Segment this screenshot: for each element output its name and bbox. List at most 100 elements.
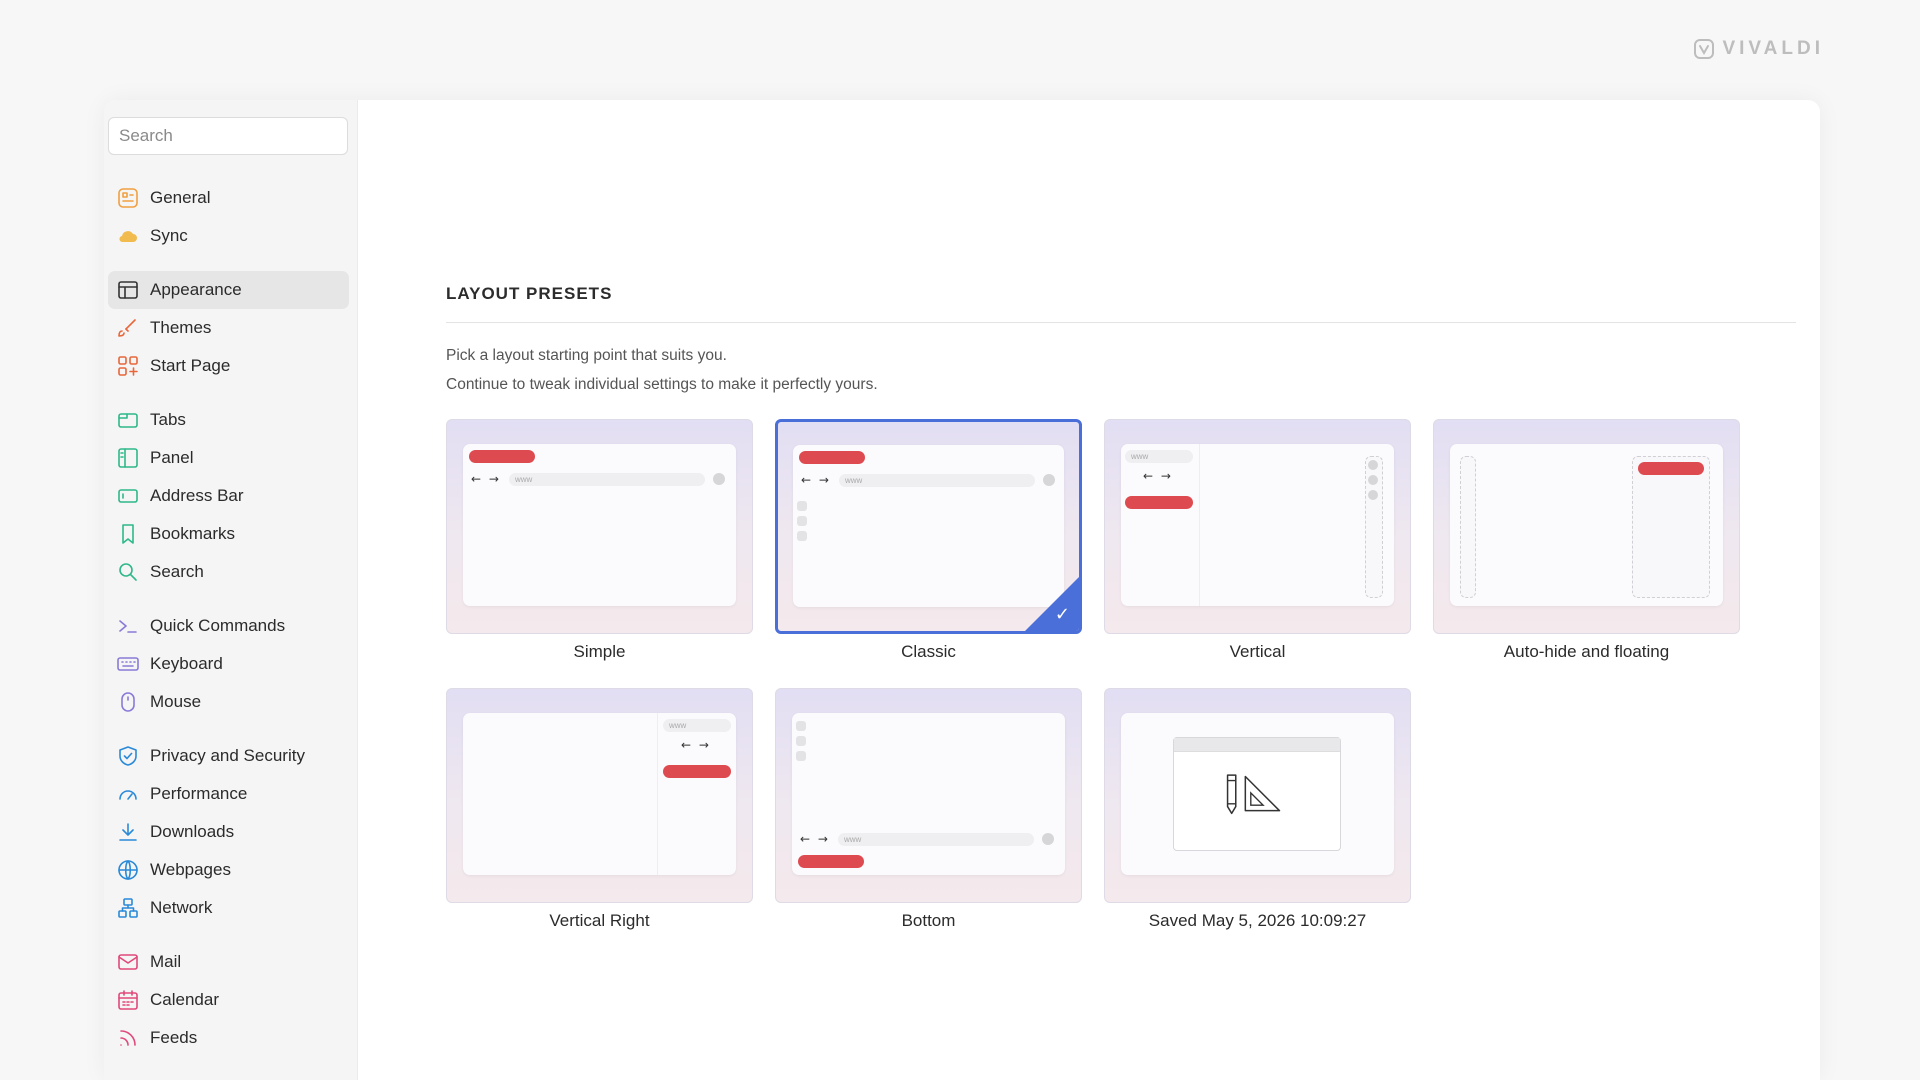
brand-name: VIVALDI (1722, 38, 1824, 59)
appearance-icon (116, 278, 140, 302)
preset-label: Vertical Right (549, 911, 650, 930)
settings-search-input[interactable] (108, 117, 348, 155)
sidebar-item-calendar[interactable]: Calendar (108, 981, 349, 1019)
sidebar-item-label: Feeds (150, 1028, 198, 1047)
preset-label: Vertical (1229, 642, 1286, 661)
sidebar-item-label: Network (150, 898, 213, 917)
sidebar-item-downloads[interactable]: Downloads (108, 813, 349, 851)
settings-nav: General Sync Appearance Themes Start Page Tab… (108, 179, 349, 1057)
shield-icon (116, 744, 140, 768)
globe-icon (116, 858, 140, 882)
section-title: LAYOUT PRESETS (446, 284, 1796, 323)
nav-group: General Sync (108, 179, 349, 255)
search-icon (116, 560, 140, 584)
preset-label: Auto-hide and floating (1503, 642, 1670, 661)
quick-commands-icon (116, 614, 140, 638)
layout-preset-vertical[interactable]: www ← → Vertical (1104, 419, 1411, 662)
sidebar-item-bookmarks[interactable]: Bookmarks (108, 515, 349, 553)
download-icon (116, 820, 140, 844)
sidebar-item-label: Calendar (150, 990, 219, 1009)
general-icon (116, 186, 140, 210)
checkmark-icon: ✓ (1054, 604, 1070, 625)
settings-window: General Sync Appearance Themes Start Page Tab… (104, 100, 1820, 1080)
mail-icon (116, 950, 140, 974)
layout-preset-simple[interactable]: ← → www Simple (446, 419, 753, 662)
sidebar-item-themes[interactable]: Themes (108, 309, 349, 347)
sidebar-item-webpages[interactable]: Webpages (108, 851, 349, 889)
sidebar-item-label: Sync (150, 226, 188, 245)
vivaldi-logo-icon (1694, 39, 1715, 59)
sidebar-item-label: General (150, 188, 211, 207)
sidebar-item-appearance[interactable]: Appearance (108, 271, 349, 309)
sidebar-item-label: Downloads (150, 822, 235, 841)
nav-group: Quick Commands Keyboard Mouse (108, 607, 349, 721)
preset-thumbnail[interactable]: www ← → (1104, 419, 1411, 634)
sidebar-item-mail[interactable]: Mail (108, 943, 349, 981)
sidebar-item-label: Webpages (150, 860, 231, 879)
preset-thumbnail[interactable] (1433, 419, 1740, 634)
preset-label: Simple (573, 642, 626, 661)
sidebar-item-sync[interactable]: Sync (108, 217, 349, 255)
preset-thumbnail[interactable]: www ← → (446, 688, 753, 903)
tabs-icon (116, 408, 140, 432)
preset-label: Bottom (901, 911, 956, 930)
cloud-icon (116, 224, 140, 248)
grid-plus-icon (116, 354, 140, 378)
sidebar-item-label: Quick Commands (150, 616, 286, 635)
settings-main: LAYOUT PRESETS Pick a layout starting po… (358, 100, 1820, 1080)
layout-preset-saved[interactable]: Saved May 5, 2026 10:09:27 (1104, 688, 1411, 931)
sidebar-item-label: Address Bar (150, 486, 244, 505)
selected-corner-badge (1022, 574, 1079, 631)
sidebar-item-feeds[interactable]: Feeds (108, 1019, 349, 1057)
sidebar-item-search[interactable]: Search (108, 553, 349, 591)
keyboard-icon (116, 652, 140, 676)
layout-preset-autohide[interactable]: Auto-hide and floating (1433, 419, 1740, 662)
bookmark-icon (116, 522, 140, 546)
sidebar-item-label: Privacy and Security (150, 746, 305, 765)
sidebar-item-label: Bookmarks (150, 524, 236, 543)
nav-group: Privacy and Security Performance Downloads… (108, 737, 349, 927)
sidebar-item-keyboard[interactable]: Keyboard (108, 645, 349, 683)
network-icon (116, 896, 140, 920)
sidebar-item-quick-commands[interactable]: Quick Commands (108, 607, 349, 645)
sidebar-item-general[interactable]: General (108, 179, 349, 217)
sidebar-item-label: Performance (150, 784, 248, 803)
sidebar-item-panel[interactable]: Panel (108, 439, 349, 477)
sidebar-item-label: Start Page (150, 356, 231, 375)
description-line-1: Pick a layout starting point that suits … (446, 347, 727, 364)
preset-label: Classic (901, 642, 956, 661)
preset-thumbnail[interactable]: ← → www (775, 688, 1082, 903)
preset-thumbnail[interactable]: ← → www ✓ (775, 419, 1082, 634)
sidebar-item-label: Mouse (150, 692, 202, 711)
sidebar-item-label: Themes (150, 318, 212, 337)
sidebar-item-mouse[interactable]: Mouse (108, 683, 349, 721)
mouse-icon (116, 690, 140, 714)
description-line-2: Continue to tweak individual settings to… (446, 376, 878, 393)
settings-sidebar: General Sync Appearance Themes Start Page Tab… (104, 100, 358, 1080)
layout-preset-bottom[interactable]: ← → www Bottom (775, 688, 1082, 931)
layout-presets-grid: ← → www Simple ← → www ✓ Classic www ← → … (446, 419, 1796, 931)
preset-thumbnail[interactable] (1104, 688, 1411, 903)
sidebar-item-label: Search (150, 562, 204, 581)
pencil-ruler-icon (1226, 774, 1281, 815)
nav-group: Mail Calendar Feeds (108, 943, 349, 1057)
sidebar-item-start-page[interactable]: Start Page (108, 347, 349, 385)
sidebar-item-label: Appearance (150, 280, 242, 299)
address-bar-icon (116, 484, 140, 508)
sidebar-item-tabs[interactable]: Tabs (108, 401, 349, 439)
sidebar-item-label: Mail (150, 952, 182, 971)
layout-preset-vertical-right[interactable]: www ← → Vertical Right (446, 688, 753, 931)
sidebar-item-performance[interactable]: Performance (108, 775, 349, 813)
gauge-icon (116, 782, 140, 806)
rss-icon (116, 1026, 140, 1050)
preset-thumbnail[interactable]: ← → www (446, 419, 753, 634)
nav-group: Appearance Themes Start Page (108, 271, 349, 385)
layout-preset-classic[interactable]: ← → www ✓ Classic (775, 419, 1082, 662)
sidebar-item-address-bar[interactable]: Address Bar (108, 477, 349, 515)
calendar-icon (116, 988, 140, 1012)
nav-group: Tabs Panel Address Bar Bookmarks Search (108, 401, 349, 591)
panel-icon (116, 446, 140, 470)
sidebar-item-privacy-and-security[interactable]: Privacy and Security (108, 737, 349, 775)
sidebar-item-network[interactable]: Network (108, 889, 349, 927)
sidebar-item-label: Keyboard (150, 654, 223, 673)
